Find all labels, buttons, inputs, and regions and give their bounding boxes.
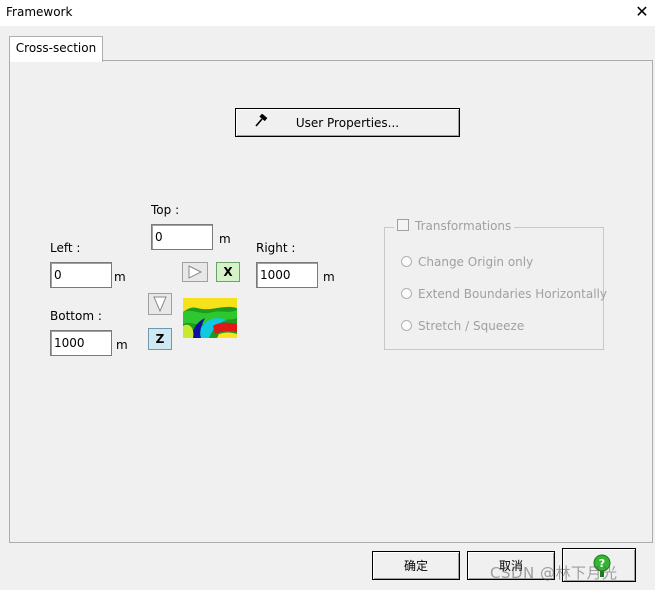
radio-icon [401,256,412,267]
top-unit: m [219,232,231,246]
ok-button[interactable]: 确定 [372,551,460,580]
hammer-icon [254,113,268,131]
left-label: Left : [50,241,81,255]
top-input[interactable] [151,224,213,250]
radio-label: Extend Boundaries Horizontally [418,287,607,301]
right-unit: m [323,270,335,284]
arrow-down-icon [153,296,167,313]
radio-label: Change Origin only [418,255,534,269]
tab-cross-section[interactable]: Cross-section [9,36,103,62]
transformations-title: Transformations [415,219,512,233]
cross-section-thumbnail [183,298,237,338]
transformations-checkbox[interactable] [397,219,409,231]
left-unit: m [114,270,126,284]
top-label: Top : [151,203,180,217]
radio-extend-boundaries[interactable]: Extend Boundaries Horizontally [401,287,607,301]
radio-label: Stretch / Squeeze [418,319,525,333]
title-bar [0,0,655,26]
z-axis-button[interactable]: Z [148,328,172,350]
right-label: Right : [256,241,296,255]
left-input[interactable] [50,262,112,288]
bottom-input[interactable] [50,330,112,356]
radio-icon [401,288,412,299]
transformations-legend[interactable]: Transformations [394,219,515,233]
user-properties-button[interactable]: User Properties... [235,108,460,137]
arrow-right-button[interactable] [182,262,208,282]
x-axis-button[interactable]: X [216,262,240,282]
radio-icon [401,320,412,331]
watermark: CSDN @林下月光 [490,564,618,582]
user-properties-label: User Properties... [295,116,400,130]
window-title: Framework [6,5,73,19]
right-input[interactable] [256,262,318,288]
arrow-right-icon [188,265,203,279]
bottom-label: Bottom : [50,309,102,323]
radio-change-origin[interactable]: Change Origin only [401,255,533,269]
arrow-down-button[interactable] [148,293,172,315]
radio-stretch-squeeze[interactable]: Stretch / Squeeze [401,319,524,333]
close-icon[interactable]: ✕ [634,4,650,20]
bottom-unit: m [116,338,128,352]
